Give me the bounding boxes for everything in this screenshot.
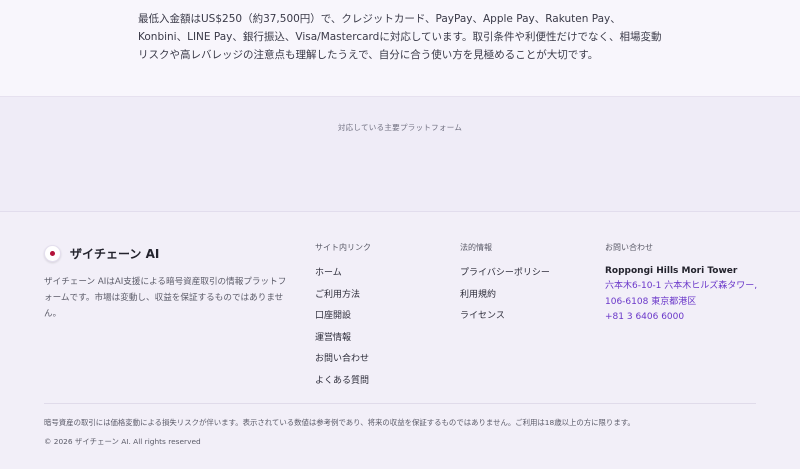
footer-divider: [44, 403, 756, 404]
legal-links-list: プライバシーポリシー 利用規約 ライセンス: [460, 263, 550, 328]
footer-link-faq[interactable]: よくある質問: [315, 371, 371, 393]
site-footer: ザイチェーン AI ザイチェーン AIはAI支援による暗号資産取引の情報プラット…: [0, 212, 800, 469]
footer-link-operator-info[interactable]: 運営情報: [315, 328, 371, 350]
footer-brand[interactable]: ザイチェーン AI: [44, 245, 159, 262]
footer-link-privacy[interactable]: プライバシーポリシー: [460, 263, 550, 285]
site-links-title: サイト内リンク: [315, 243, 371, 252]
risk-disclaimer: 暗号資産の取引には価格変動による損失リスクが伴います。表示されている数値は参考例…: [44, 418, 635, 427]
contact-building: Roppongi Hills Mori Tower: [605, 266, 738, 276]
site-links-list: ホーム ご利用方法 口座開設 運営情報 お問い合わせ よくある質問: [315, 263, 371, 392]
legal-title: 法的情報: [460, 243, 492, 252]
footer-link-how-to-use[interactable]: ご利用方法: [315, 285, 371, 307]
footer-link-open-account[interactable]: 口座開設: [315, 306, 371, 328]
intro-section: 最低入金額はUS$250（約37,500円）で、クレジットカード、PayPay、…: [0, 0, 800, 97]
contact-title: お問い合わせ: [605, 243, 653, 252]
platforms-label: 対応している主要プラットフォーム: [337, 123, 463, 132]
intro-text: 最低入金額はUS$250（約37,500円）で、クレジットカード、PayPay、…: [138, 13, 662, 61]
brand-description: ザイチェーン AIはAI支援による暗号資産取引の情報プラットフォームです。市場は…: [44, 277, 287, 319]
platforms-section: 対応している主要プラットフォーム: [0, 97, 800, 212]
brand-logo-icon: [44, 245, 61, 262]
brand-name: ザイチェーン AI: [70, 247, 160, 261]
legal-column: 法的情報 プライバシーポリシー 利用規約 ライセンス: [460, 242, 550, 328]
contact-phone-link[interactable]: +81 3 6406 6000: [605, 310, 765, 326]
site-links-column: サイト内リンク ホーム ご利用方法 口座開設 運営情報 お問い合わせ よくある質…: [315, 242, 371, 392]
footer-link-home[interactable]: ホーム: [315, 263, 371, 285]
contact-address-link[interactable]: 六本木6-10-1 六本木ヒルズ森タワー, 106-6108 東京都港区: [605, 279, 765, 310]
contact-column: お問い合わせ Roppongi Hills Mori Tower 六本木6-10…: [605, 242, 765, 326]
footer-link-contact[interactable]: お問い合わせ: [315, 349, 371, 371]
copyright-text: © 2026 ザイチェーン AI. All rights reserved: [44, 437, 201, 446]
footer-link-license[interactable]: ライセンス: [460, 306, 550, 328]
footer-link-terms[interactable]: 利用規約: [460, 285, 550, 307]
